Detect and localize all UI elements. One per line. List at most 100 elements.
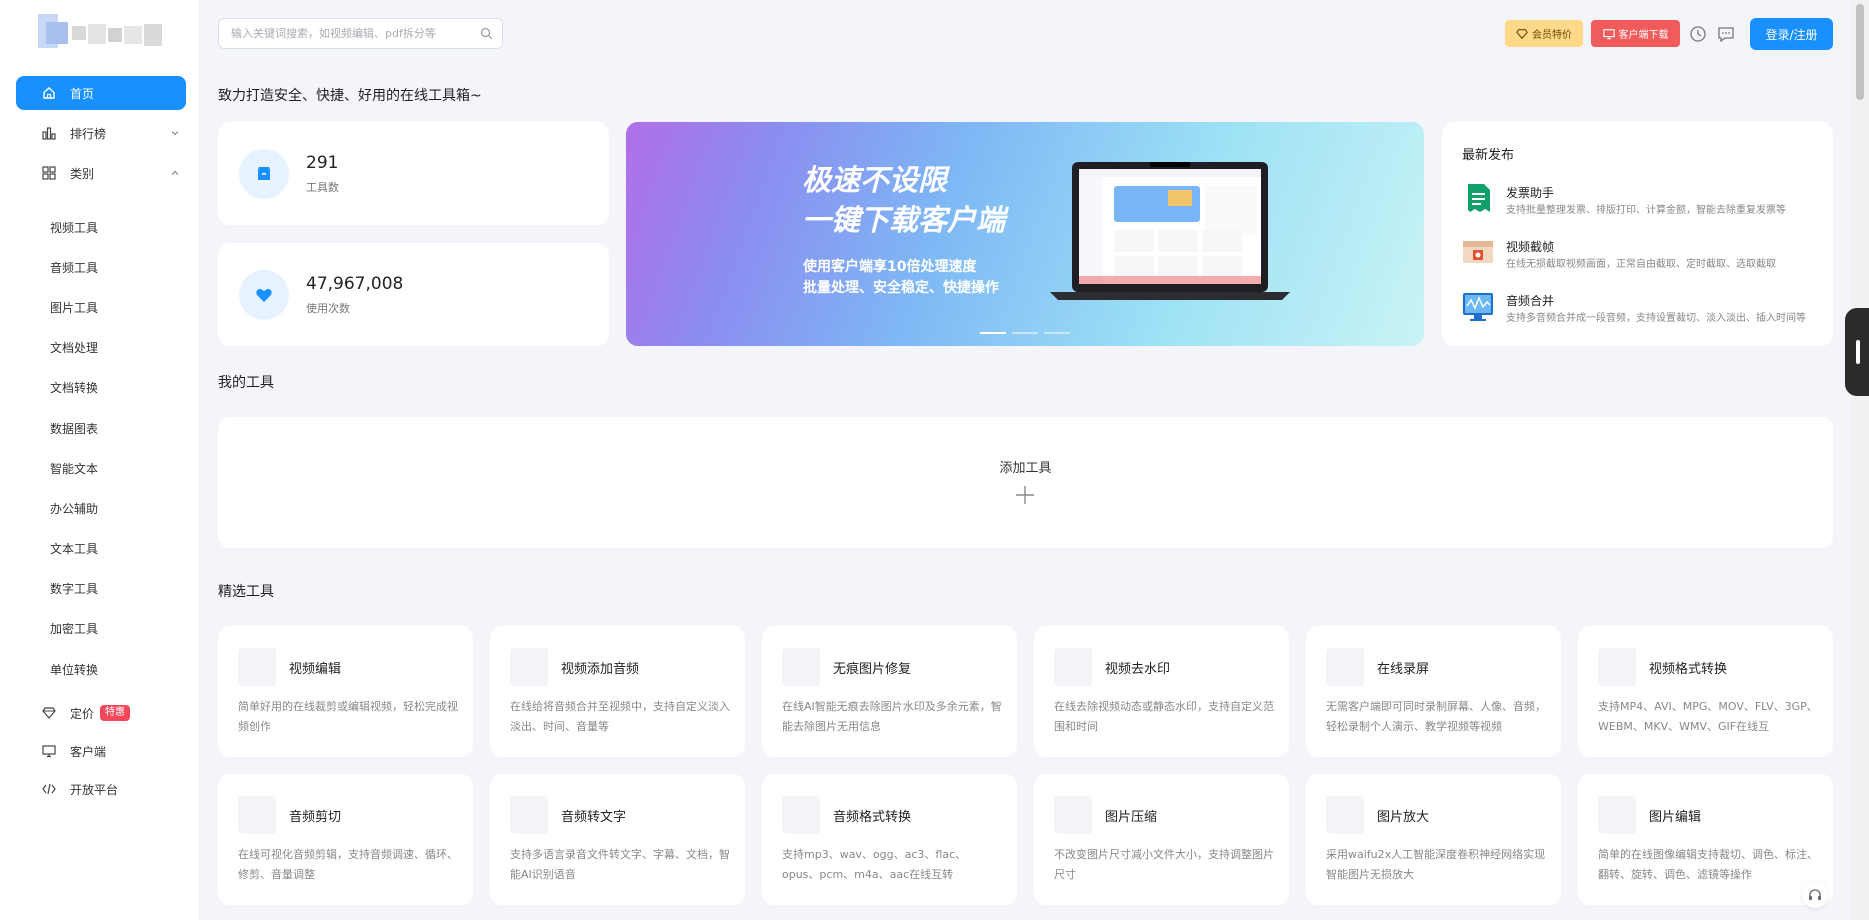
logo[interactable] — [38, 14, 166, 52]
heart-icon — [239, 270, 289, 320]
tool-desc: 简单好用的在线裁剪或编辑视频，轻松完成视频创作 — [238, 700, 458, 733]
search-icon[interactable] — [480, 27, 493, 44]
plus-icon[interactable] — [1015, 485, 1035, 509]
tool-name: 图片放大 — [1377, 810, 1430, 825]
vip-offer-label: 会员特价 — [1532, 30, 1572, 41]
banner-carousel-dots[interactable] — [980, 332, 1070, 334]
tool-card[interactable]: 无痕图片修复 在线AI智能无痕去除图片水印及多余元素，智能去除图片无用信息 — [762, 626, 1017, 757]
tool-name: 视频格式转换 — [1649, 662, 1728, 677]
sidebar-item-client[interactable]: 客户端 — [16, 734, 186, 768]
tool-card[interactable]: 在线录屏 无需客户端即可同时录制屏幕、人像、音频，轻松录制个人演示、教学视频等视… — [1306, 626, 1561, 757]
category-item[interactable]: 智能文本 — [50, 448, 180, 488]
discount-badge: 特惠 — [100, 705, 131, 721]
tool-card[interactable]: 视频格式转换 支持MP4、AVI、MPG、MOV、FLV、3GP、WEBM、MK… — [1578, 626, 1833, 757]
tool-card[interactable]: 视频去水印 在线去除视频动态或静态水印，支持自定义范围和时间 — [1034, 626, 1289, 757]
tool-name: 音频格式转换 — [833, 810, 912, 825]
tool-thumbnail — [1054, 648, 1092, 686]
tool-card[interactable]: 图片编辑 简单的在线图像编辑支持裁切、调色、标注、翻转、旋转、调色、滤镜等操作 — [1578, 774, 1833, 905]
add-tool-label: 添加工具 — [999, 461, 1052, 476]
tool-thumbnail — [238, 796, 276, 834]
vip-offer-button[interactable]: 会员特价 — [1505, 20, 1583, 47]
sidebar-item-label: 首页 — [70, 86, 95, 101]
sidebar-item-label: 类别 — [70, 166, 95, 181]
bar-chart-icon — [42, 126, 56, 140]
tool-card[interactable]: 图片放大 采用waifu2x人工智能深度卷积神经网络实现智能图片无损放大 — [1306, 774, 1561, 905]
category-item[interactable]: 音频工具 — [50, 247, 180, 287]
search-box — [218, 18, 503, 49]
audio-merge-icon — [1462, 290, 1494, 322]
side-panel-handle[interactable] — [1845, 308, 1869, 396]
tool-desc: 简单的在线图像编辑支持裁切、调色、标注、翻转、旋转、调色、滤镜等操作 — [1598, 848, 1818, 881]
carousel-dot[interactable] — [1012, 332, 1038, 334]
search-input[interactable] — [219, 19, 459, 48]
tool-desc: 支持mp3、wav、ogg、ac3、flac、opus、pcm、m4a、aac在… — [782, 848, 967, 881]
category-item[interactable]: 视频工具 — [50, 207, 180, 247]
tool-name: 无痕图片修复 — [833, 662, 912, 677]
tool-count: 291 — [306, 153, 339, 173]
category-item[interactable]: 单位转换 — [50, 649, 180, 689]
news-item-name: 音频合并 — [1506, 294, 1555, 308]
sidebar-item-pricing[interactable]: 定价 特惠 — [16, 696, 186, 730]
scrollbar-thumb[interactable] — [1856, 4, 1864, 100]
latest-release-card: 最新发布 发票助手 支持批量整理发票、排版打印、计算金额，智能去除重复发票等 视… — [1442, 122, 1833, 346]
banner-subtitle-line1: 使用客户端享10倍处理速度 — [803, 259, 977, 275]
news-item[interactable]: 视频截帧 在线无损截取视频画面，正常自由截取、定时截取、选取截取 — [1462, 236, 1842, 274]
client-download-button[interactable]: 客户端下载 — [1591, 20, 1680, 47]
tool-name: 图片压缩 — [1105, 810, 1158, 825]
tool-thumbnail — [1598, 648, 1636, 686]
tool-thumbnail — [1326, 796, 1364, 834]
client-download-banner[interactable]: 极速不设限 一键下载客户端 使用客户端享10倍处理速度 批量处理、安全稳定、快捷… — [626, 122, 1424, 346]
usage-count-label: 使用次数 — [306, 302, 350, 315]
tool-thumbnail — [782, 648, 820, 686]
page-slogan: 致力打造安全、快捷、好用的在线工具箱~ — [218, 88, 482, 104]
tool-card[interactable]: 音频剪切 在线可视化音频剪辑，支持音频调速、循环、修剪、音量调整 — [218, 774, 473, 905]
history-icon[interactable] — [1688, 24, 1708, 44]
login-register-button[interactable]: 登录/注册 — [1750, 18, 1833, 50]
sidebar-item-home[interactable]: 首页 — [16, 76, 186, 110]
category-item[interactable]: 文档转换 — [50, 368, 180, 408]
tool-card[interactable]: 视频添加音频 在线给将音频合并至视频中，支持自定义淡入淡出、时间、音量等 — [490, 626, 745, 757]
sidebar-item-category[interactable]: 类别 — [16, 156, 186, 190]
news-item-desc: 支持多音频合并成一段音频，支持设置裁切、淡入淡出、插入时间等 — [1506, 313, 1806, 324]
category-item[interactable]: 文档处理 — [50, 328, 180, 368]
category-item[interactable]: 办公辅助 — [50, 488, 180, 528]
news-item[interactable]: 发票助手 支持批量整理发票、排版打印、计算金额，智能去除重复发票等 — [1462, 182, 1842, 220]
news-item-desc: 支持批量整理发票、排版打印、计算金额，智能去除重复发票等 — [1506, 205, 1786, 216]
page-scrollbar[interactable] — [1851, 0, 1869, 920]
message-icon[interactable] — [1716, 24, 1736, 44]
box-icon — [239, 149, 289, 199]
tool-card[interactable]: 图片压缩 不改变图片尺寸减小文件大小，支持调整图片尺寸 — [1034, 774, 1289, 905]
carousel-dot[interactable] — [1044, 332, 1070, 334]
category-item[interactable]: 加密工具 — [50, 609, 180, 649]
my-tools-title: 我的工具 — [218, 375, 274, 391]
tool-desc: 不改变图片尺寸减小文件大小，支持调整图片尺寸 — [1054, 848, 1274, 881]
carousel-dot[interactable] — [980, 332, 1006, 334]
home-icon — [42, 86, 56, 100]
invoice-icon — [1462, 182, 1494, 214]
tool-card[interactable]: 视频编辑 简单好用的在线裁剪或编辑视频，轻松完成视频创作 — [218, 626, 473, 757]
tool-thumbnail — [782, 796, 820, 834]
tool-name: 视频添加音频 — [561, 662, 640, 677]
tool-card[interactable]: 音频格式转换 支持mp3、wav、ogg、ac3、flac、opus、pcm、m… — [762, 774, 1017, 905]
category-item[interactable]: 图片工具 — [50, 287, 180, 327]
tool-name: 音频剪切 — [289, 810, 342, 825]
category-list: 视频工具 音频工具 图片工具 文档处理 文档转换 数据图表 智能文本 办公辅助 … — [50, 207, 180, 689]
chevron-up-icon — [170, 167, 180, 181]
sidebar: 首页 排行榜 类别 视频工具 音频工具 图片工具 文档处理 文档转换 数据图表 — [0, 0, 198, 920]
category-item[interactable]: 数字工具 — [50, 569, 180, 609]
sidebar-item-ranking[interactable]: 排行榜 — [16, 116, 186, 150]
banner-title-line1: 极速不设限 — [802, 163, 948, 197]
category-item[interactable]: 文本工具 — [50, 529, 180, 569]
add-tool-card[interactable]: 添加工具 — [218, 417, 1833, 548]
tool-desc: 在线给将音频合并至视频中，支持自定义淡入淡出、时间、音量等 — [510, 700, 730, 733]
sidebar-item-label: 定价 — [70, 706, 95, 721]
tool-name: 在线录屏 — [1377, 662, 1430, 677]
sidebar-item-open-platform[interactable]: 开放平台 — [16, 772, 186, 806]
category-item[interactable]: 数据图表 — [50, 408, 180, 448]
tool-desc: 无需客户端即可同时录制屏幕、人像、音频，轻松录制个人演示、教学视频等视频 — [1326, 700, 1546, 733]
news-item[interactable]: 音频合并 支持多音频合并成一段音频，支持设置裁切、淡入淡出、插入时间等 — [1462, 290, 1842, 328]
customer-service-icon[interactable] — [1802, 882, 1828, 908]
tool-card[interactable]: 音频转文字 支持多语言录音文件转文字、字幕、文档，智能AI识别语音 — [490, 774, 745, 905]
usage-count: 47,967,008 — [306, 274, 404, 294]
tool-count-label: 工具数 — [306, 181, 339, 194]
